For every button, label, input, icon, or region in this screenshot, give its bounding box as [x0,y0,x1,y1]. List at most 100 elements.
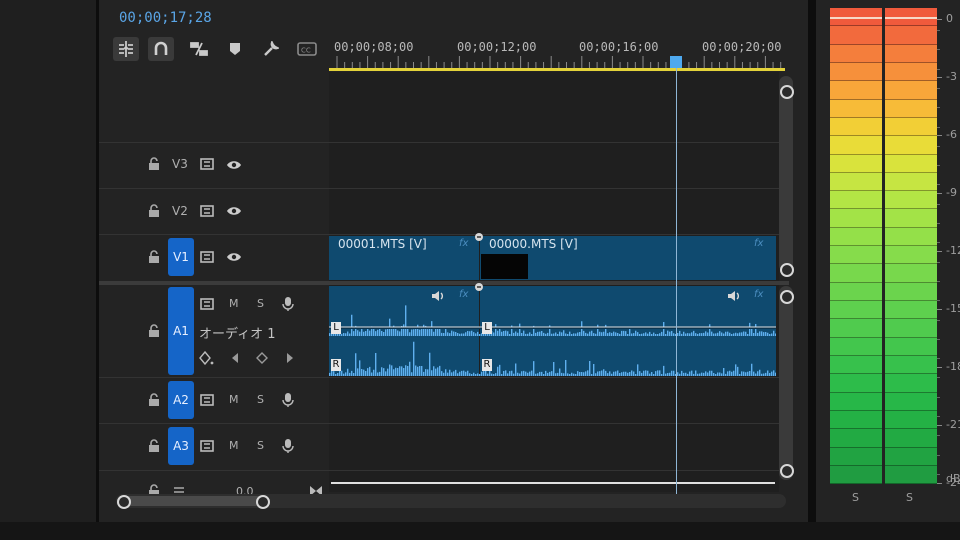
meter-segment [830,319,882,338]
meter-tick [937,251,942,252]
meter-segment [830,355,882,375]
video-vertical-scrollbar[interactable] [779,76,793,272]
row-separator [99,423,779,424]
meter-minor-tick [937,319,940,321]
mute-button[interactable]: M [229,439,239,452]
row-separator [99,234,779,235]
track-target-a2[interactable]: A2 [168,381,194,419]
meter-segment [885,410,937,430]
meter-segment [885,172,937,192]
video-audio-divider[interactable] [99,281,789,285]
playhead-timecode[interactable]: 00;00;17;28 [119,10,212,26]
eye-icon[interactable] [226,251,242,263]
track-label-v2[interactable]: V2 [172,204,188,218]
track-target-v1[interactable]: V1 [168,238,194,276]
previous-keyframe-icon[interactable] [231,353,239,363]
track-name-a1[interactable]: オーディオ 1 [199,323,276,342]
sync-lock-icon[interactable] [200,298,216,310]
solo-left-button[interactable]: S [852,491,859,504]
meter-segment [830,209,882,228]
meter-segment [830,117,882,137]
meter-minor-tick [937,30,940,31]
channel-label-left: L [482,322,492,334]
microphone-icon[interactable] [282,392,294,407]
meter-minor-tick [937,87,940,89]
lock-icon[interactable] [148,439,160,453]
solo-button[interactable]: S [257,393,264,406]
insert-edit-icon[interactable] [113,37,139,61]
scroll-knob[interactable] [780,290,794,304]
eye-icon[interactable] [226,205,242,217]
meter-tick [937,367,942,368]
meter-segment [830,227,882,247]
wrench-icon[interactable] [258,37,284,61]
lock-icon[interactable] [148,204,160,218]
snap-magnet-icon[interactable] [148,37,174,61]
meter-segment [830,282,882,301]
lock-icon[interactable] [148,324,160,338]
meter-segment [885,209,937,228]
meter-segment [830,26,882,45]
scroll-knob[interactable] [117,495,131,509]
meter-scale-label: 0 [946,12,953,25]
panel-divider[interactable] [808,0,816,522]
meter-tick [937,425,942,426]
audio-vertical-scrollbar[interactable] [779,286,793,480]
meter-minor-tick [937,416,940,417]
scroll-knob[interactable] [780,263,794,277]
sync-lock-icon[interactable] [200,158,216,170]
meter-segment [885,154,937,173]
scroll-knob[interactable] [256,495,270,509]
transition-icon[interactable] [474,232,484,242]
eye-icon[interactable] [226,159,242,171]
meter-segment [885,447,937,466]
sync-lock-icon[interactable] [200,251,216,263]
solo-button[interactable]: S [257,297,264,310]
meter-segment [885,44,937,63]
lock-icon[interactable] [148,250,160,264]
marker-icon[interactable] [222,37,248,61]
track-target-a3[interactable]: A3 [168,427,194,465]
master-icon [174,487,184,493]
meter-scale-label: -3 [946,70,957,83]
fx-badge[interactable]: fx [754,238,763,249]
sync-lock-icon[interactable] [200,394,216,406]
meter-scale-label: -12 [946,244,960,257]
scroll-knob[interactable] [780,85,794,99]
captions-icon[interactable]: CC [294,37,320,61]
track-label-v3[interactable]: V3 [172,157,188,171]
add-keyframe-icon[interactable] [256,352,268,364]
meter-minor-tick [937,68,940,70]
sync-lock-icon[interactable] [200,440,216,452]
solo-button[interactable]: S [257,439,264,452]
microphone-icon[interactable] [282,438,294,453]
ruler-label: 00;00;08;00 [334,40,414,54]
meter-segment [830,81,882,100]
channel-label-right: R [482,359,492,371]
scroll-knob[interactable] [780,464,794,478]
ruler-label: 00;00;12;00 [457,40,537,54]
solo-right-button[interactable]: S [906,491,913,504]
next-keyframe-icon[interactable] [286,353,294,363]
meter-minor-tick [937,358,940,360]
horizontal-scroll-thumb[interactable] [118,496,268,506]
fx-badge[interactable]: fx [459,238,468,249]
microphone-icon[interactable] [282,296,294,311]
mute-button[interactable]: M [229,393,239,406]
meter-segment [885,392,937,411]
sync-lock-icon[interactable] [200,205,216,217]
lock-icon[interactable] [148,393,160,407]
playhead-line[interactable] [676,66,677,494]
linked-selection-icon[interactable] [186,37,212,61]
meter-segment [885,264,937,283]
playhead-handle[interactable] [670,56,682,68]
work-area-bar[interactable] [329,68,785,71]
lock-icon[interactable] [148,157,160,171]
meter-minor-tick [937,377,940,379]
mute-button[interactable]: M [229,297,239,310]
time-ruler[interactable]: 00;00;08;00 00;00;12;00 00;00;16;00 00;0… [329,36,785,72]
keyframe-toggle-icon[interactable] [199,351,215,365]
master-volume-line[interactable] [331,482,775,484]
track-target-a1[interactable]: A1 [168,287,194,375]
meter-tick [937,19,942,20]
